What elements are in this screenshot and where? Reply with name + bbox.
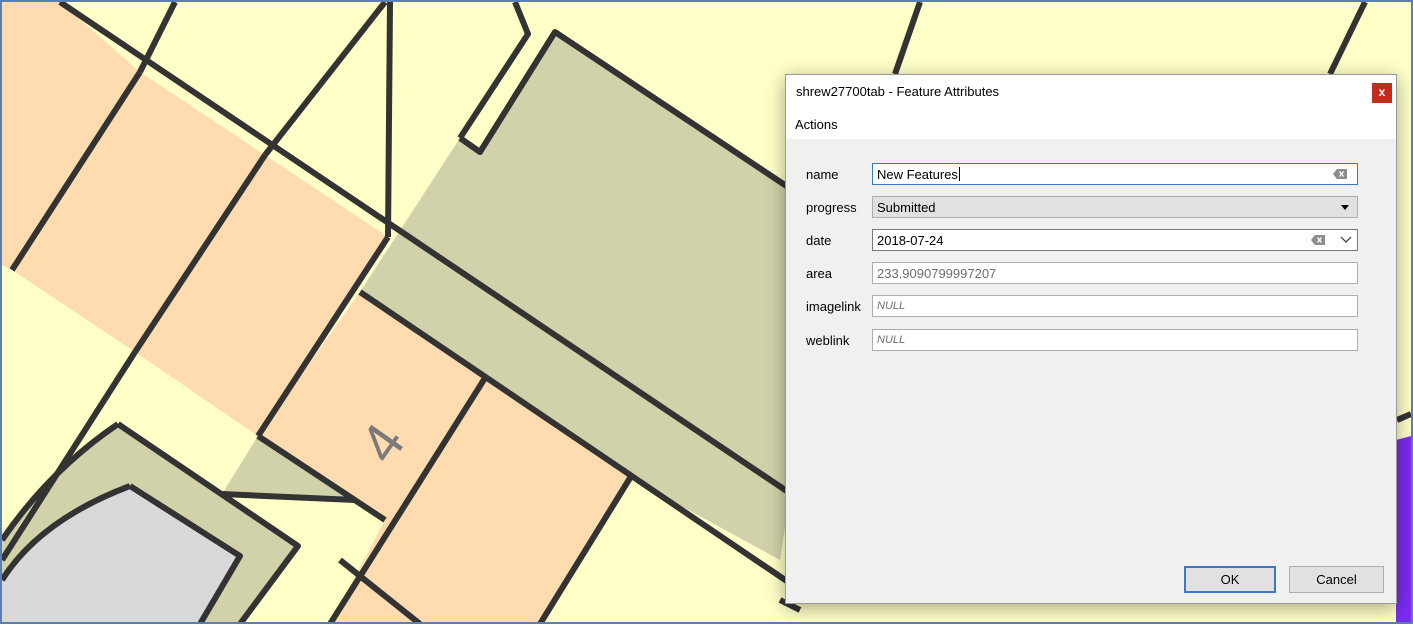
imagelink-input-value: NULL [877,300,906,312]
progress-select[interactable]: Submitted [872,196,1358,218]
cancel-button[interactable]: Cancel [1289,566,1384,593]
map-parcel [1396,436,1411,622]
feature-attributes-dialog: shrew27700tab - Feature Attributes x Act… [785,74,1397,604]
field-label-progress: progress [806,200,857,215]
close-button[interactable]: x [1372,83,1392,103]
weblink-input[interactable]: NULL [872,329,1358,351]
field-label-area: area [806,266,833,281]
dropdown-arrow-icon[interactable] [1341,205,1349,210]
chevron-down-icon[interactable] [1340,233,1352,245]
field-label-name: name [806,167,839,182]
clear-icon[interactable] [1311,235,1325,245]
weblink-input-value: NULL [877,334,906,346]
name-input-value: New Features [877,167,960,182]
name-input[interactable]: New Features [872,163,1358,185]
menu-bar: Actions [786,109,1396,139]
progress-select-value: Submitted [877,200,936,215]
ok-button[interactable]: OK [1184,566,1276,593]
date-input[interactable]: 2018-07-24 [872,229,1358,251]
menu-actions[interactable]: Actions [795,117,838,132]
area-input: 233.9090799997207 [872,262,1358,284]
area-input-value: 233.9090799997207 [877,266,997,281]
dialog-titlebar[interactable]: shrew27700tab - Feature Attributes x [786,75,1396,109]
imagelink-input[interactable]: NULL [872,295,1358,317]
field-label-weblink: weblink [806,333,850,348]
field-label-date: date [806,233,832,248]
dialog-title: shrew27700tab - Feature Attributes [796,84,1000,99]
clear-icon[interactable] [1333,169,1347,179]
field-label-imagelink: imagelink [806,299,861,314]
date-input-value: 2018-07-24 [877,233,944,248]
